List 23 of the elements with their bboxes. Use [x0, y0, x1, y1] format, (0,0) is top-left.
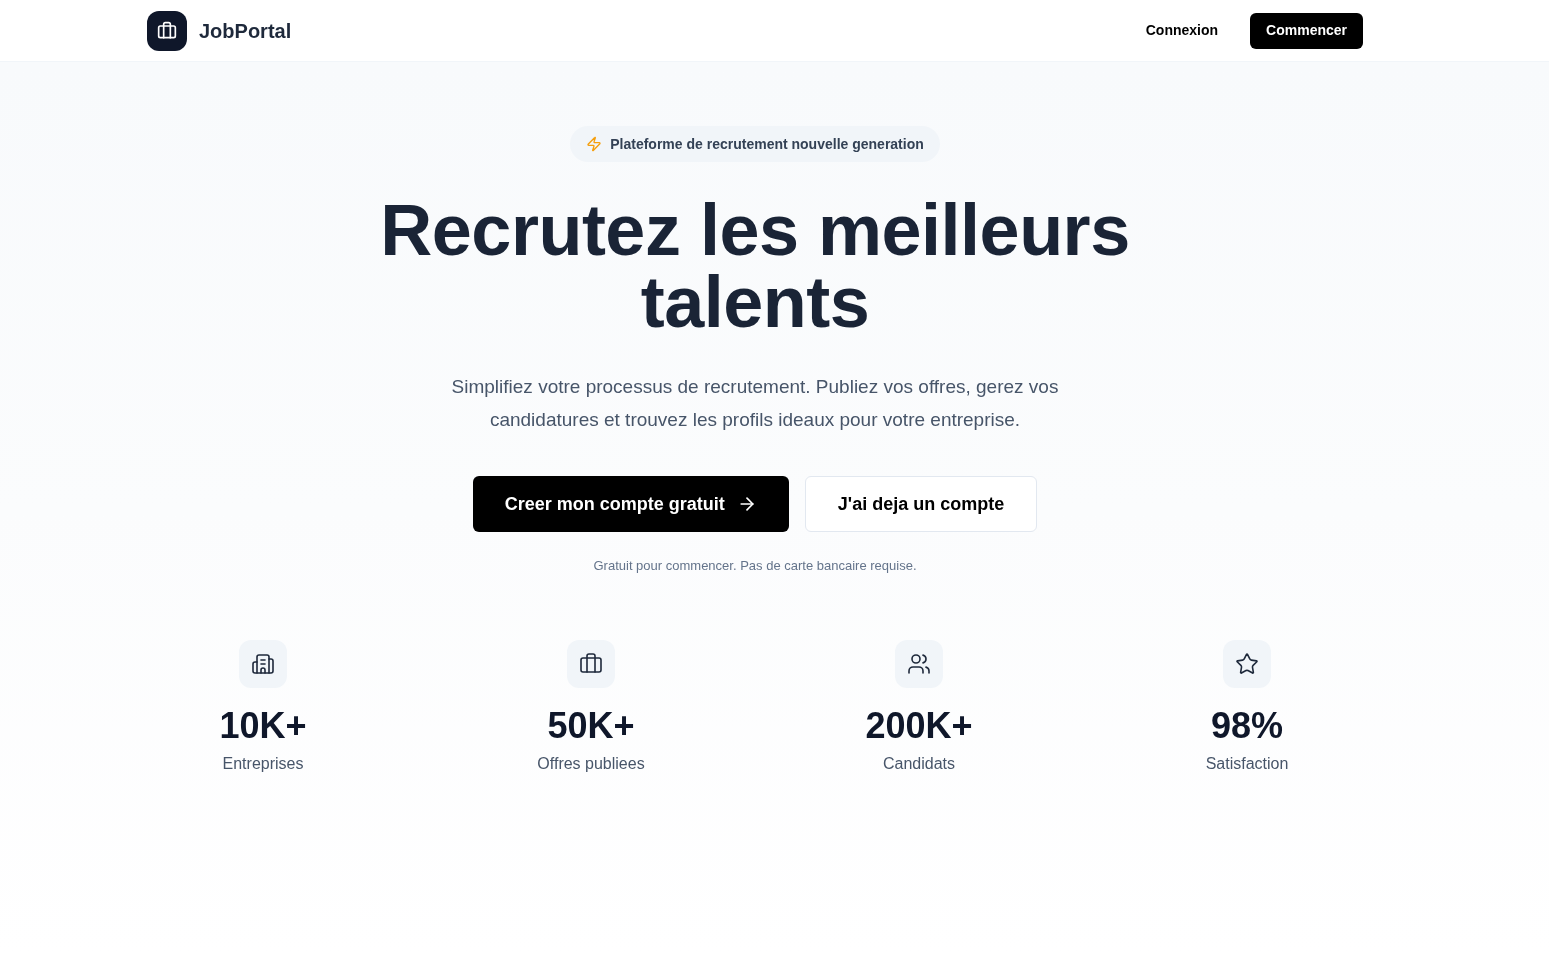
stat-label: Entreprises [222, 753, 304, 774]
hero-subtitle: Simplifiez votre processus de recrutement. Publiez vos offres, gerez vos candidatures et trouvez les profils ideaux pour votre entreprise. [450, 375, 1060, 432]
stat-label: Offres publiees [537, 753, 645, 774]
existing-account-button[interactable]: J'ai deja un compte [804, 476, 1038, 532]
stat-label: Candidats [882, 753, 955, 774]
login-link[interactable]: Connexion [1129, 12, 1235, 49]
create-account-label: Creer mon compte gratuit [504, 492, 725, 516]
stat-value: 50K+ [547, 703, 635, 748]
hero-title: Recrutez les meilleurs talents [379, 194, 1131, 338]
lightning-icon [586, 136, 603, 152]
stat-value: 98% [1210, 703, 1284, 748]
stat-value: 200K+ [865, 703, 973, 748]
signup-note: Gratuit pour commencer. Pas de carte bancaire requise. [593, 557, 917, 575]
briefcase-icon [567, 639, 615, 688]
start-button[interactable]: Commencer [1250, 12, 1363, 49]
feature-badge: Plateforme de recrutement nouvelle generation [570, 126, 940, 162]
stat-label: Satisfaction [1205, 753, 1289, 774]
users-icon [895, 639, 943, 688]
building-icon [239, 639, 287, 688]
logo-icon [147, 10, 187, 51]
stat-value: 10K+ [219, 703, 307, 748]
logo-text: JobPortal [199, 18, 292, 44]
create-account-button[interactable]: Creer mon compte gratuit [472, 476, 789, 532]
